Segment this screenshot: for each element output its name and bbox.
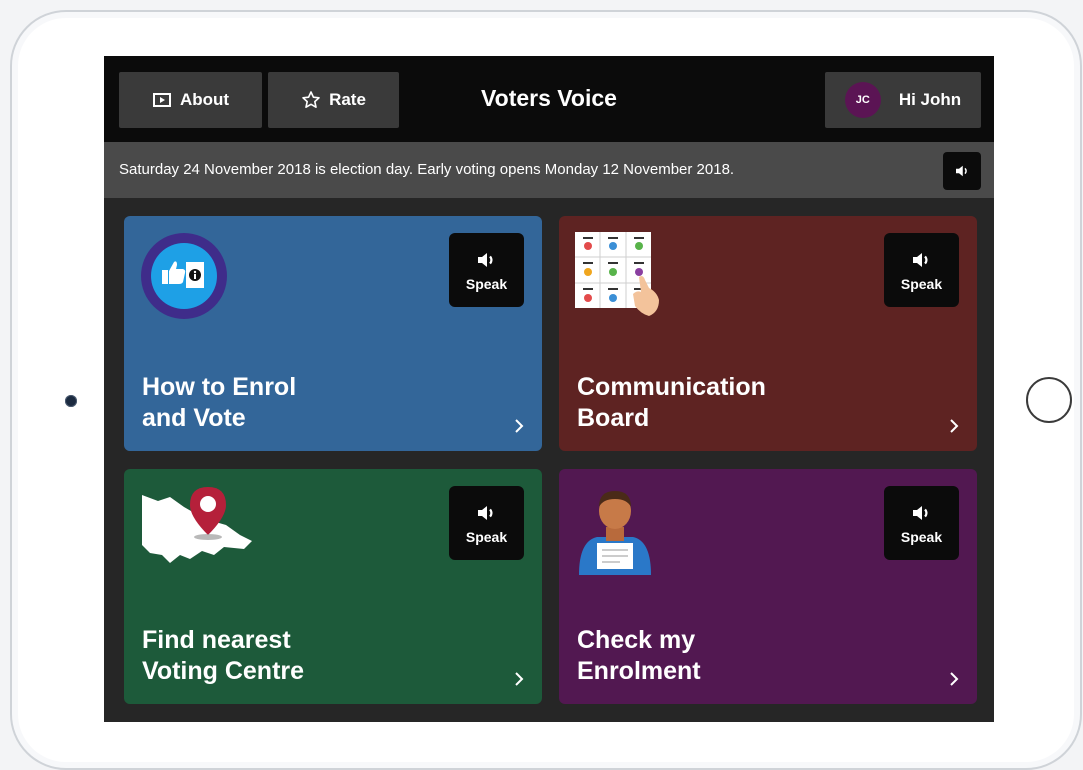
speaker-icon bbox=[477, 506, 492, 520]
home-button[interactable] bbox=[1026, 377, 1072, 423]
card-communication-board[interactable]: Speak Communication Board bbox=[559, 216, 977, 451]
speaker-icon bbox=[912, 506, 927, 520]
rate-label: Rate bbox=[329, 90, 366, 109]
election-notice-text: Saturday 24 November 2018 is election da… bbox=[119, 161, 735, 178]
card-title: Communication Board bbox=[577, 372, 877, 434]
speak-button[interactable]: Speak bbox=[884, 233, 959, 307]
app-title: Voters Voice bbox=[481, 85, 617, 111]
card-how-to-enrol-and-vote[interactable]: Speak How to Enrol and Vote bbox=[124, 216, 542, 451]
speak-label: Speak bbox=[900, 276, 943, 292]
app-screen: About Rate Voters Voice JC Hi John Satur… bbox=[104, 56, 994, 722]
speaker-icon bbox=[956, 165, 967, 177]
speak-label: Speak bbox=[465, 529, 508, 545]
star-outline-icon bbox=[302, 91, 320, 108]
rate-button[interactable]: Rate bbox=[268, 72, 399, 128]
card-title: Check my Enrolment bbox=[577, 625, 877, 687]
person-holding-card-icon bbox=[579, 491, 651, 575]
card-find-nearest-voting-centre[interactable]: Speak Find nearest Voting Centre bbox=[124, 469, 542, 704]
user-profile-button[interactable]: JC Hi John bbox=[825, 72, 981, 128]
card-title: Find nearest Voting Centre bbox=[142, 625, 442, 687]
speak-button[interactable]: Speak bbox=[884, 486, 959, 560]
chevron-right-icon bbox=[515, 419, 524, 433]
notice-speak-button[interactable] bbox=[943, 152, 981, 190]
top-bar: About Rate Voters Voice JC Hi John bbox=[104, 56, 994, 142]
speak-button[interactable]: Speak bbox=[449, 233, 524, 307]
card-title-line: Communication bbox=[577, 373, 766, 401]
card-title-line: Enrolment bbox=[577, 657, 701, 685]
speak-label: Speak bbox=[900, 529, 943, 545]
about-label: About bbox=[179, 90, 230, 109]
speak-label: Speak bbox=[465, 276, 508, 292]
communication-board-icon bbox=[575, 232, 659, 316]
card-title-line: Voting Centre bbox=[142, 657, 305, 685]
card-title-line: Check my bbox=[577, 626, 696, 654]
avatar: JC bbox=[844, 82, 881, 118]
play-square-icon bbox=[152, 93, 171, 107]
map-pin-icon bbox=[142, 487, 252, 563]
chevron-right-icon bbox=[950, 419, 959, 433]
card-title-line: Find nearest bbox=[142, 626, 291, 654]
thumbs-up-info-icon bbox=[141, 233, 227, 319]
card-title: How to Enrol and Vote bbox=[142, 372, 442, 434]
card-title-line: How to Enrol bbox=[142, 373, 297, 401]
speak-button[interactable]: Speak bbox=[449, 486, 524, 560]
card-check-my-enrolment[interactable]: Speak Check my Enrolment bbox=[559, 469, 977, 704]
card-title-line: and Vote bbox=[142, 404, 246, 432]
election-notice-bar: Saturday 24 November 2018 is election da… bbox=[104, 142, 994, 198]
speaker-icon bbox=[912, 253, 927, 267]
greeting-label: Hi John bbox=[898, 90, 962, 109]
chevron-right-icon bbox=[515, 672, 524, 686]
camera-icon bbox=[65, 395, 77, 407]
chevron-right-icon bbox=[950, 672, 959, 686]
speaker-icon bbox=[477, 253, 492, 267]
about-button[interactable]: About bbox=[119, 72, 262, 128]
card-title-line: Board bbox=[577, 404, 650, 432]
